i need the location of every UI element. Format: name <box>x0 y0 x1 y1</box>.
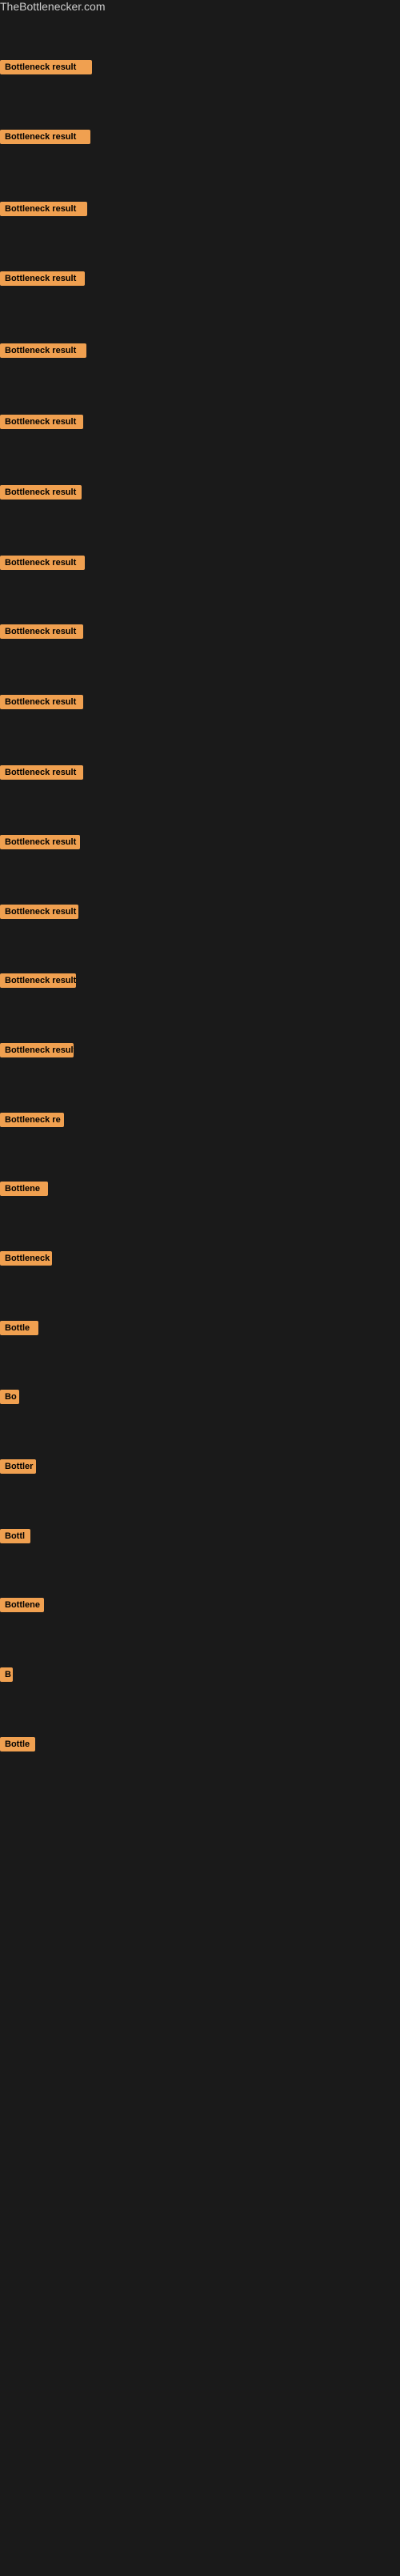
bottleneck-badge-15[interactable]: Bottleneck result <box>0 1043 74 1057</box>
bottleneck-badge-25[interactable]: Bottle <box>0 1737 35 1751</box>
bottleneck-badge-19[interactable]: Bottle <box>0 1321 38 1335</box>
bottleneck-badge-21[interactable]: Bottler <box>0 1459 36 1474</box>
result-row-16: Bottleneck re <box>0 1113 64 1131</box>
bottleneck-badge-22[interactable]: Bottl <box>0 1529 30 1543</box>
bottleneck-badge-8[interactable]: Bottleneck result <box>0 556 85 570</box>
bottleneck-badge-5[interactable]: Bottleneck result <box>0 343 86 358</box>
result-row-13: Bottleneck result <box>0 905 78 923</box>
bottleneck-badge-12[interactable]: Bottleneck result <box>0 835 80 849</box>
bottleneck-badge-20[interactable]: Bo <box>0 1390 19 1404</box>
result-row-23: Bottlene <box>0 1598 44 1616</box>
bottleneck-badge-14[interactable]: Bottleneck result <box>0 973 76 988</box>
bottleneck-badge-4[interactable]: Bottleneck result <box>0 271 85 286</box>
site-title: TheBottlenecker.com <box>0 0 106 16</box>
bottleneck-badge-11[interactable]: Bottleneck result <box>0 765 83 780</box>
bottleneck-badge-6[interactable]: Bottleneck result <box>0 415 83 429</box>
result-row-25: Bottle <box>0 1737 35 1755</box>
result-row-18: Bottleneck <box>0 1251 52 1270</box>
bottleneck-badge-24[interactable]: B <box>0 1667 13 1682</box>
result-row-9: Bottleneck result <box>0 624 83 643</box>
result-row-17: Bottlene <box>0 1182 48 1200</box>
bottleneck-badge-17[interactable]: Bottlene <box>0 1182 48 1196</box>
result-row-22: Bottl <box>0 1529 30 1547</box>
bottleneck-badge-23[interactable]: Bottlene <box>0 1598 44 1612</box>
result-row-4: Bottleneck result <box>0 271 85 290</box>
result-row-2: Bottleneck result <box>0 130 90 148</box>
site-header: TheBottlenecker.com <box>0 0 400 14</box>
result-row-6: Bottleneck result <box>0 415 83 433</box>
bottleneck-badge-16[interactable]: Bottleneck re <box>0 1113 64 1127</box>
bottleneck-badge-9[interactable]: Bottleneck result <box>0 624 83 639</box>
bottleneck-badge-18[interactable]: Bottleneck <box>0 1251 52 1266</box>
result-row-20: Bo <box>0 1390 19 1408</box>
bottleneck-badge-7[interactable]: Bottleneck result <box>0 485 82 500</box>
result-row-12: Bottleneck result <box>0 835 80 853</box>
bottleneck-badge-1[interactable]: Bottleneck result <box>0 60 92 74</box>
result-row-3: Bottleneck result <box>0 202 87 220</box>
result-row-10: Bottleneck result <box>0 695 83 713</box>
result-row-21: Bottler <box>0 1459 36 1478</box>
result-row-19: Bottle <box>0 1321 38 1339</box>
bottleneck-badge-13[interactable]: Bottleneck result <box>0 905 78 919</box>
result-row-24: B <box>0 1667 13 1686</box>
result-row-11: Bottleneck result <box>0 765 83 784</box>
bottleneck-badge-2[interactable]: Bottleneck result <box>0 130 90 144</box>
bottleneck-badge-3[interactable]: Bottleneck result <box>0 202 87 216</box>
result-row-15: Bottleneck result <box>0 1043 74 1061</box>
bottleneck-badge-10[interactable]: Bottleneck result <box>0 695 83 709</box>
result-row-1: Bottleneck result <box>0 60 92 78</box>
result-row-7: Bottleneck result <box>0 485 82 504</box>
result-row-8: Bottleneck result <box>0 556 85 574</box>
result-row-5: Bottleneck result <box>0 343 86 362</box>
result-row-14: Bottleneck result <box>0 973 76 992</box>
